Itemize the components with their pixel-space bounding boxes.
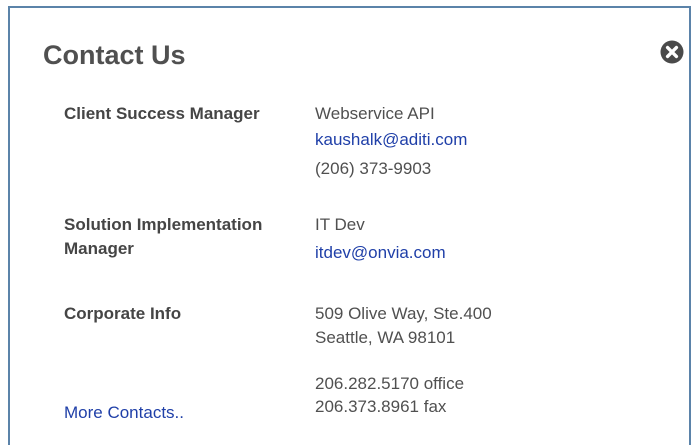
dialog-title: Contact Us <box>43 40 186 70</box>
client-success-manager-name: Webservice API <box>315 104 435 123</box>
corporate-address-line2: Seattle, WA 98101 <box>315 328 456 347</box>
client-success-manager-email-link[interactable]: kaushalk@aditi.com <box>315 128 467 152</box>
corporate-info-label: Corporate Info <box>64 304 182 323</box>
corporate-address-line1: 509 Olive Way, Ste.400 <box>315 304 492 323</box>
corporate-fax: 206.373.8961 fax <box>315 397 447 416</box>
more-contacts-link[interactable]: More Contacts.. <box>64 401 184 425</box>
solution-implementation-manager-name: IT Dev <box>315 215 365 234</box>
close-button[interactable] <box>660 40 684 64</box>
client-success-manager-phone: (206) 373-9903 <box>315 159 432 178</box>
client-success-manager-label: Client Success Manager <box>64 104 260 123</box>
solution-implementation-manager-email-link[interactable]: itdev@onvia.com <box>315 241 446 265</box>
corporate-office-phone: 206.282.5170 office <box>315 374 465 393</box>
close-circle-icon <box>660 40 684 64</box>
solution-implementation-manager-label: Solution Implementation Manager <box>64 215 263 258</box>
